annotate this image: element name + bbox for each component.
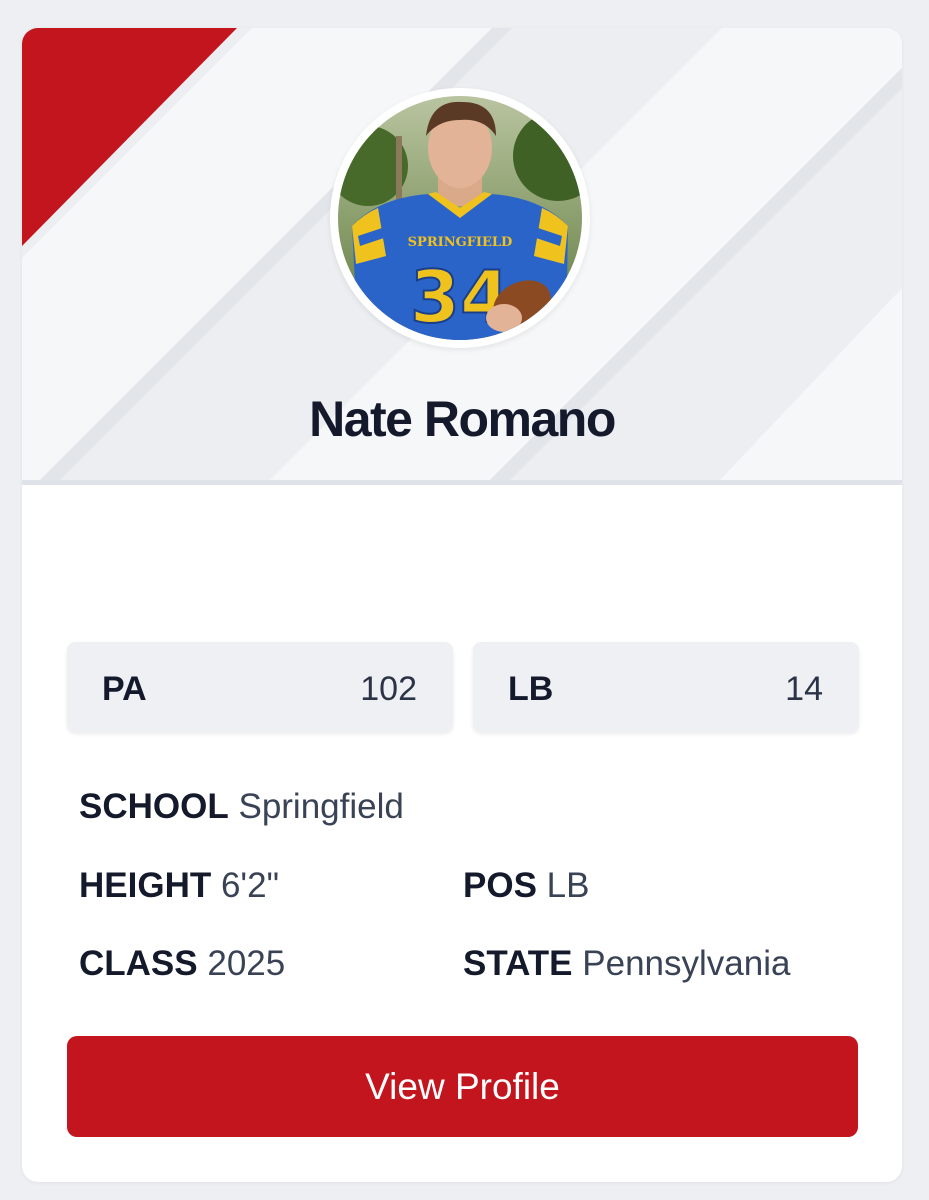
detail-label: SCHOOL <box>79 787 229 826</box>
stat-box-pa: PA 102 <box>67 642 453 732</box>
card-banner: SPRINGFIELD 34 Nate Romano <box>22 28 902 480</box>
detail-value: 6'2" <box>220 866 280 905</box>
player-card: SPRINGFIELD 34 Nate Romano PA 102 LB 14 … <box>22 28 902 1182</box>
detail-value: LB <box>546 866 590 905</box>
detail-class: CLASS 2025 <box>79 944 285 984</box>
detail-height: HEIGHT 6'2" <box>79 866 279 906</box>
detail-label: HEIGHT <box>79 866 212 905</box>
detail-value: Pennsylvania <box>582 944 791 983</box>
banner-divider <box>22 480 902 485</box>
svg-text:SPRINGFIELD: SPRINGFIELD <box>408 235 513 250</box>
detail-state: STATE Pennsylvania <box>463 944 790 984</box>
stat-value: 102 <box>360 670 417 708</box>
detail-label: STATE <box>463 944 573 983</box>
detail-value: Springfield <box>238 787 404 826</box>
stat-value: 14 <box>785 670 823 708</box>
view-profile-button[interactable]: View Profile <box>67 1036 858 1137</box>
player-name: Nate Romano <box>309 391 616 447</box>
avatar[interactable]: SPRINGFIELD 34 <box>330 88 590 348</box>
detail-value: 2025 <box>207 944 286 983</box>
detail-label: POS <box>463 866 537 905</box>
stat-label: LB <box>508 670 554 708</box>
stat-label: PA <box>102 670 147 708</box>
player-photo-icon: SPRINGFIELD 34 <box>338 96 582 340</box>
stat-box-lb: LB 14 <box>473 642 859 732</box>
detail-school: SCHOOL Springfield <box>79 787 404 827</box>
detail-label: CLASS <box>79 944 198 983</box>
detail-pos: POS LB <box>463 866 589 906</box>
